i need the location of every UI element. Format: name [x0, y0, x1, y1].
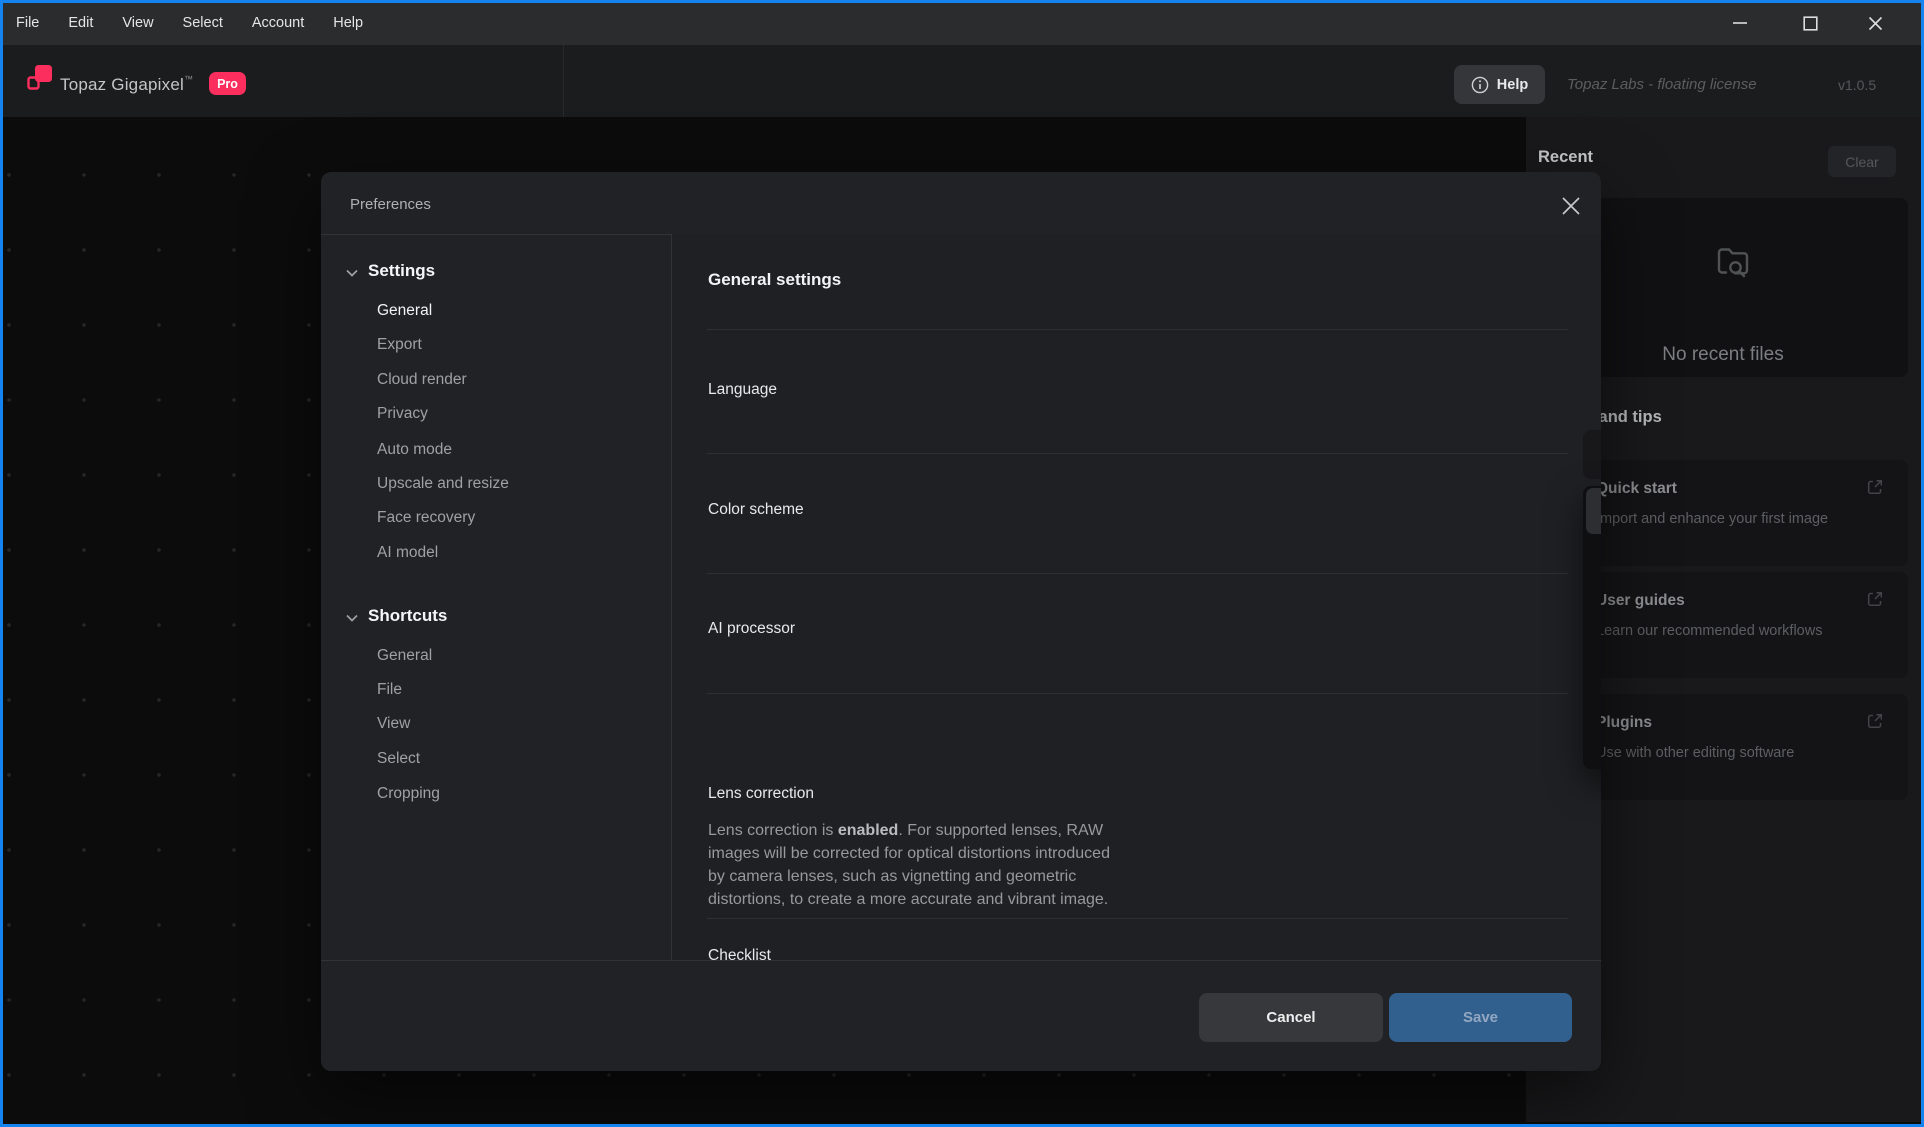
lens-correction-label: Lens correction — [708, 785, 814, 803]
sidebar-item-settings-ai-model[interactable]: AI model — [377, 544, 438, 562]
help-button[interactable]: Help — [1454, 65, 1545, 104]
menu-account[interactable]: Account — [252, 15, 304, 31]
sidebar-item-settings-general[interactable]: General — [377, 302, 432, 320]
brand-name: Topaz Gigapixel™ — [60, 74, 193, 95]
cancel-button[interactable]: Cancel — [1199, 993, 1383, 1042]
external-link-icon — [1866, 712, 1884, 730]
row-divider — [707, 573, 1568, 574]
row-divider — [707, 453, 1568, 454]
menu-help[interactable]: Help — [333, 15, 363, 31]
version-text: v1.0.5 — [1838, 77, 1876, 93]
user-guides-desc: Learn our recommended workflows — [1596, 620, 1836, 642]
sidebar-item-settings-export[interactable]: Export — [377, 336, 422, 354]
language-dropdown: English (English) Deutsch (German) Franç… — [1583, 486, 1601, 769]
quick-start-desc: Import and enhance your first image — [1596, 508, 1836, 530]
sidebar-item-settings-face-recovery[interactable]: Face recovery — [377, 509, 475, 527]
enabled-emphasis: enabled — [838, 822, 898, 839]
save-button[interactable]: Save — [1389, 993, 1572, 1042]
checklist-label: Checklist — [708, 947, 771, 960]
menu-select[interactable]: Select — [183, 15, 223, 31]
sidebar-section-settings[interactable]: Settings — [368, 261, 435, 281]
help-button-label: Help — [1497, 77, 1528, 93]
sidebar-item-settings-cloud-render[interactable]: Cloud render — [377, 371, 467, 389]
preferences-dialog: Preferences Settings General Export Clou… — [321, 172, 1601, 1071]
app-window: File Edit View Select Account Help Topaz… — [0, 0, 1924, 1127]
close-window-button[interactable] — [1858, 8, 1892, 38]
minimize-icon — [1732, 15, 1748, 31]
chevron-down-icon — [344, 265, 360, 281]
trademark-symbol: ™ — [184, 74, 193, 84]
language-option-portuguese[interactable]: Português (Portuguese) — [1586, 718, 1601, 764]
row-divider — [707, 693, 1568, 694]
close-icon — [1868, 16, 1883, 31]
lens-correction-description: Lens correction is enabled. For supporte… — [708, 819, 1128, 911]
license-text: Topaz Labs - floating license — [1567, 76, 1757, 93]
menu-edit[interactable]: Edit — [68, 15, 93, 31]
sidebar-item-settings-privacy[interactable]: Privacy — [377, 405, 428, 423]
user-guides-title: User guides — [1596, 592, 1685, 610]
dialog-footer-divider — [321, 960, 1601, 961]
content-divider — [707, 329, 1568, 330]
ai-processor-label: AI processor — [708, 620, 795, 638]
clear-recent-button[interactable]: Clear — [1828, 146, 1896, 177]
quick-start-title: Quick start — [1596, 480, 1677, 498]
sidebar-item-shortcuts-file[interactable]: File — [377, 681, 402, 699]
info-icon — [1471, 76, 1489, 94]
maximize-icon — [1803, 16, 1818, 31]
row-divider — [707, 918, 1568, 919]
sidebar-item-settings-auto-mode[interactable]: Auto mode — [377, 441, 452, 459]
menu-file[interactable]: File — [16, 15, 39, 31]
color-scheme-label: Color scheme — [708, 501, 804, 519]
language-option-german[interactable]: Deutsch (German) — [1586, 534, 1601, 580]
content-heading: General settings — [708, 270, 841, 290]
settings-content: General settings Language Color scheme A… — [672, 234, 1601, 960]
titlebar-divider — [563, 45, 564, 117]
plugins-title: Plugins — [1596, 714, 1652, 732]
dialog-title: Preferences — [350, 196, 431, 213]
external-link-icon — [1866, 478, 1884, 496]
close-icon — [1560, 195, 1582, 217]
recent-title: Recent — [1538, 148, 1593, 167]
language-select[interactable]: English — [1583, 430, 1601, 479]
sidebar-item-shortcuts-cropping[interactable]: Cropping — [377, 785, 440, 803]
language-option-spanish[interactable]: Español (Spanish) — [1586, 672, 1601, 718]
pro-badge: Pro — [209, 72, 246, 95]
sidebar-item-shortcuts-general[interactable]: General — [377, 647, 432, 665]
sidebar-section-shortcuts[interactable]: Shortcuts — [368, 606, 447, 626]
sidebar-item-shortcuts-view[interactable]: View — [377, 715, 410, 733]
sidebar-item-shortcuts-select[interactable]: Select — [377, 750, 420, 768]
chevron-down-icon — [344, 610, 360, 626]
plugins-desc: Use with other editing software — [1596, 742, 1836, 764]
menubar: File Edit View Select Account Help — [0, 0, 1924, 45]
topaz-logo-icon — [27, 64, 53, 91]
language-option-english[interactable]: English (English) — [1586, 488, 1601, 534]
minimize-button[interactable] — [1723, 8, 1757, 38]
sidebar-item-settings-upscale-and-resize[interactable]: Upscale and resize — [377, 475, 509, 493]
language-label: Language — [708, 381, 777, 399]
folder-search-icon — [1713, 243, 1753, 283]
external-link-icon — [1866, 590, 1884, 608]
language-option-japanese[interactable]: 日本語 (Japanese) — [1586, 626, 1601, 672]
menu-view[interactable]: View — [122, 15, 153, 31]
dialog-close-button[interactable] — [1557, 192, 1585, 220]
language-option-french[interactable]: Français (French) — [1586, 580, 1601, 626]
maximize-button[interactable] — [1793, 8, 1827, 38]
